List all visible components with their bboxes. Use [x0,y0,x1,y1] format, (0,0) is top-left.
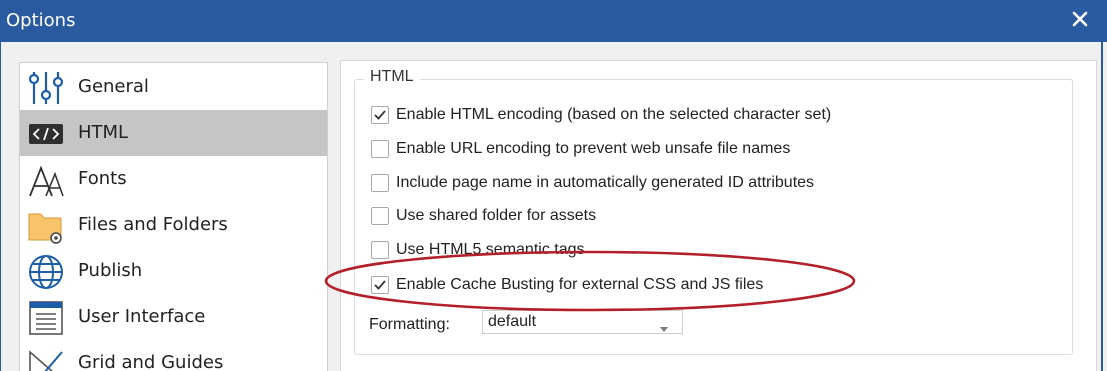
folder-gear-icon [28,208,64,244]
sidebar-item-label: Files and Folders [78,214,228,235]
window-icon [28,300,64,336]
sidebar-item-html[interactable]: HTML [20,110,327,156]
sidebar-item-general[interactable]: General [20,64,327,110]
option-label: Include page name in automatically gener… [396,174,815,191]
chevron-down-icon [660,319,668,337]
option-label: Enable HTML encoding (based on the selec… [396,106,832,123]
option-label: Enable Cache Busting for external CSS an… [396,276,764,293]
sidebar-item-label: Fonts [78,168,127,189]
option-label: Use shared folder for assets [396,207,597,224]
checkbox-unchecked[interactable] [371,241,389,259]
ruler-icon [28,346,64,371]
sidebar-item-files-and-folders[interactable]: Files and Folders [20,202,327,248]
formatting-select[interactable]: default [482,310,683,334]
checkbox-unchecked[interactable] [371,140,389,158]
checkbox-checked[interactable] [371,276,389,294]
checkbox-unchecked[interactable] [371,174,389,192]
checkbox-unchecked[interactable] [371,207,389,225]
sidebar-item-fonts[interactable]: Fonts [20,156,327,202]
sliders-icon [28,70,64,106]
code-icon [28,116,64,152]
font-icon [28,162,64,198]
sidebar-item-label: HTML [78,122,129,143]
category-list: General HTML Fonts Files and Folders Pub… [19,62,328,371]
formatting-label: Formatting: [369,316,450,333]
sidebar-item-user-interface[interactable]: User Interface [20,294,327,340]
title-bar: Options [0,0,1107,42]
globe-icon [28,254,64,290]
window-title: Options [6,10,76,31]
group-title: HTML [364,68,420,86]
checkbox-checked[interactable] [371,106,389,124]
option-label: Use HTML5 semantic tags [396,241,585,258]
formatting-value: default [488,313,537,330]
sidebar-item-label: Grid and Guides [78,352,224,371]
sidebar-item-label: General [78,76,149,97]
sidebar-item-grid-and-guides[interactable]: Grid and Guides [20,340,327,371]
option-label: Enable URL encoding to prevent web unsaf… [396,140,791,157]
sidebar-item-label: User Interface [78,306,206,327]
sidebar-item-publish[interactable]: Publish [20,248,327,294]
close-icon[interactable] [1069,8,1091,30]
sidebar-item-label: Publish [78,260,143,281]
